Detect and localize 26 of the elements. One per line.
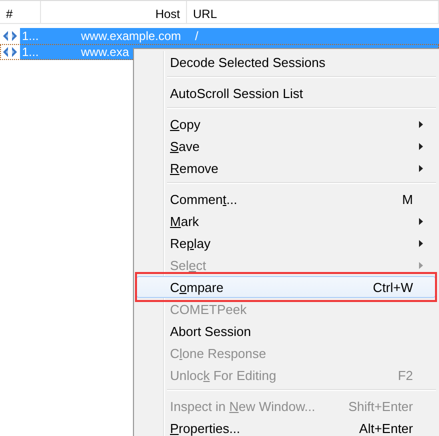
menu-item[interactable]: AutoScroll Session List	[136, 82, 436, 104]
menu-item[interactable]: Mark	[136, 210, 436, 232]
menu-item[interactable]: Save	[136, 135, 436, 157]
host-cell-text: www.exa	[80, 44, 130, 60]
menu-item[interactable]: Replay	[136, 232, 436, 254]
submenu-arrow-icon	[419, 218, 423, 225]
session-arrows-icon	[2, 31, 18, 41]
host-cell-text: www.example.com	[80, 28, 182, 44]
submenu-arrow-icon	[419, 121, 423, 128]
menu-item[interactable]: Copy	[136, 113, 436, 135]
session-arrows-icon	[2, 47, 18, 57]
url-cell-text: /	[194, 28, 200, 44]
submenu-arrow-icon	[419, 143, 423, 150]
column-header[interactable]: Host	[41, 1, 187, 23]
menu-item[interactable]: Properties... Alt+Enter	[136, 417, 436, 436]
submenu-arrow-icon	[419, 240, 423, 247]
column-header[interactable]: #	[0, 1, 41, 23]
menu-item[interactable]: Abort Session	[136, 320, 436, 342]
menu-item[interactable]: Comment... M	[136, 188, 436, 210]
menu-item[interactable]: Remove	[136, 157, 436, 179]
submenu-arrow-icon	[419, 165, 423, 172]
submenu-arrow-icon	[419, 262, 423, 269]
session-number: 1...	[21, 28, 40, 44]
session-number: 1...	[21, 44, 40, 60]
menu-item[interactable]: Decode Selected Sessions	[136, 51, 436, 73]
column-header[interactable]: URL	[187, 1, 439, 23]
